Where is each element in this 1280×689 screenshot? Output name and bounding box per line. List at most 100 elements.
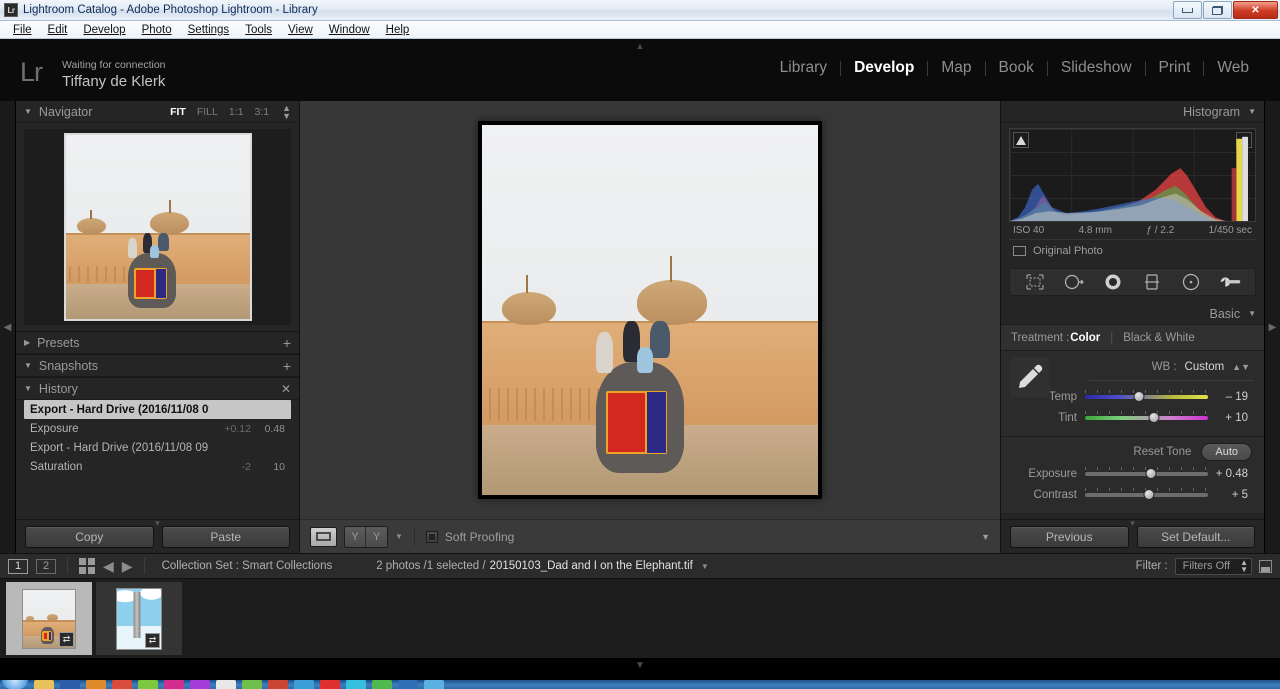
spot-removal-tool-icon[interactable] <box>1061 272 1087 292</box>
history-row[interactable]: Export - Hard Drive (2016/11/08 09:35:02… <box>24 400 291 419</box>
treatment-color-option[interactable]: Color <box>1070 332 1100 344</box>
temp-slider-knob[interactable] <box>1134 391 1145 402</box>
zoom-1-1[interactable]: 1:1 <box>229 106 244 118</box>
taskbar-app-icon[interactable] <box>34 680 54 689</box>
paste-button[interactable]: Paste <box>162 526 291 548</box>
previous-button[interactable]: Previous <box>1010 526 1129 548</box>
restore-button[interactable] <box>1203 1 1232 19</box>
contrast-slider-row[interactable]: Contrast + 5 <box>1011 484 1254 505</box>
module-map[interactable]: Map <box>928 59 984 77</box>
zoom-fill[interactable]: FILL <box>197 106 218 118</box>
main-photo-frame[interactable] <box>478 121 822 499</box>
menu-window[interactable]: Window <box>321 23 378 37</box>
taskbar-app-icon[interactable] <box>242 680 262 689</box>
basic-panel-header[interactable]: Basic ▼ <box>1001 303 1264 325</box>
reset-tone-button[interactable]: Reset Tone <box>1133 446 1191 458</box>
right-panel-resize-handle[interactable]: ▼ <box>1129 519 1137 528</box>
exposure-slider-knob[interactable] <box>1146 468 1157 479</box>
navigator-preview-area[interactable] <box>24 129 291 325</box>
histogram-header[interactable]: Histogram ▼ <box>1001 101 1264 123</box>
taskbar-app-icon[interactable] <box>424 680 444 689</box>
filter-stepper-icon[interactable]: ▲▼ <box>1240 559 1248 573</box>
screen-1-button[interactable]: 1 <box>8 559 28 574</box>
tint-slider-knob[interactable] <box>1148 412 1159 423</box>
menu-edit[interactable]: Edit <box>40 23 76 37</box>
forward-arrow-icon[interactable]: ▶ <box>122 559 133 573</box>
copy-button[interactable]: Copy <box>25 526 154 548</box>
start-button[interactable] <box>2 680 28 689</box>
menu-settings[interactable]: Settings <box>180 23 238 37</box>
contrast-slider-knob[interactable] <box>1143 489 1154 500</box>
white-balance-selector-icon[interactable] <box>1010 357 1050 397</box>
add-preset-button[interactable]: + <box>283 337 291 349</box>
history-row[interactable]: Export - Hard Drive (2016/11/08 09:32:10… <box>24 438 291 457</box>
taskbar-app-icon[interactable] <box>294 680 314 689</box>
add-snapshot-button[interactable]: + <box>283 360 291 372</box>
taskbar-app-icon[interactable] <box>346 680 366 689</box>
taskbar-app-icon[interactable] <box>164 680 184 689</box>
clear-history-button[interactable]: ✕ <box>281 382 291 396</box>
loupe-view-button[interactable] <box>310 527 337 547</box>
module-slideshow[interactable]: Slideshow <box>1048 59 1145 77</box>
navigator-header[interactable]: ▼ Navigator FIT FILL 1:1 3:1 ▲▼ <box>16 101 299 123</box>
module-web[interactable]: Web <box>1204 59 1262 77</box>
taskbar-app-icon[interactable] <box>320 680 340 689</box>
module-develop[interactable]: Develop <box>841 59 927 77</box>
filmstrip-thumbnail[interactable]: ⇄ <box>116 588 162 650</box>
taskbar-app-icon[interactable] <box>112 680 132 689</box>
filter-select[interactable]: Filters Off ▲▼ <box>1175 558 1252 575</box>
close-button[interactable]: ✕ <box>1233 1 1278 19</box>
history-row[interactable]: Exposure +0.12 0.48 <box>24 419 291 438</box>
module-book[interactable]: Book <box>986 59 1047 77</box>
tint-slider-track[interactable] <box>1085 412 1208 423</box>
taskbar-app-icon[interactable] <box>216 680 236 689</box>
snapshots-header[interactable]: ▼ Snapshots + <box>16 355 299 377</box>
history-header[interactable]: ▼ History ✕ <box>16 378 299 400</box>
contrast-slider-track[interactable] <box>1085 489 1208 500</box>
exposure-slider-track[interactable] <box>1085 468 1208 479</box>
taskbar-app-icon[interactable] <box>138 680 158 689</box>
temp-slider-track[interactable] <box>1085 391 1208 402</box>
grid-view-icon[interactable] <box>79 558 95 574</box>
menu-develop[interactable]: Develop <box>75 23 133 37</box>
radial-filter-tool-icon[interactable] <box>1178 272 1204 292</box>
original-photo-row[interactable]: Original Photo <box>1009 239 1256 261</box>
menu-file[interactable]: File <box>5 23 40 37</box>
edit-badge-icon[interactable]: ⇄ <box>145 633 160 648</box>
minimize-button[interactable] <box>1173 1 1202 19</box>
auto-tone-button[interactable]: Auto <box>1201 443 1252 461</box>
menu-help[interactable]: Help <box>378 23 418 37</box>
crop-overlay-tool-icon[interactable] <box>1022 272 1048 292</box>
left-panel-collapse-handle[interactable]: ◀ <box>0 101 16 553</box>
taskbar-app-icon[interactable] <box>398 680 418 689</box>
taskbar-app-icon[interactable] <box>190 680 210 689</box>
right-panel-collapse-handle[interactable]: ▶ <box>1264 101 1280 553</box>
filmstrip-collapse-icon[interactable]: ▼ <box>635 660 645 671</box>
soft-proofing-checkbox[interactable] <box>426 531 438 543</box>
view-mode-dropdown-icon[interactable]: ▼ <box>395 532 403 541</box>
red-eye-correction-tool-icon[interactable] <box>1100 272 1126 292</box>
taskbar-app-icon[interactable] <box>86 680 106 689</box>
navigator-preview-image[interactable] <box>64 133 252 321</box>
menu-tools[interactable]: Tools <box>237 23 280 37</box>
identity-plate[interactable]: Waiting for connection Tiffany de Klerk <box>62 59 166 91</box>
presets-header[interactable]: ▶ Presets + <box>16 332 299 354</box>
filename-dropdown-icon[interactable]: ▼ <box>701 562 709 571</box>
exposure-slider-row[interactable]: Exposure + 0.48 <box>1011 463 1254 484</box>
taskbar-app-icon[interactable] <box>268 680 288 689</box>
treatment-bw-option[interactable]: Black & White <box>1123 332 1195 344</box>
histogram-graph[interactable] <box>1009 128 1256 222</box>
taskbar-app-icon[interactable] <box>60 680 80 689</box>
after-view-button[interactable]: Y <box>366 527 387 547</box>
edit-badge-icon[interactable]: ⇄ <box>59 632 74 647</box>
module-library[interactable]: Library <box>767 59 840 77</box>
menu-photo[interactable]: Photo <box>134 23 180 37</box>
module-print[interactable]: Print <box>1146 59 1204 77</box>
history-row[interactable]: Saturation -2 10 <box>24 457 291 476</box>
set-default-button[interactable]: Set Default... <box>1137 526 1256 548</box>
top-panel-toggle-icon[interactable]: ▲ <box>636 42 645 51</box>
zoom-fit[interactable]: FIT <box>170 106 186 118</box>
filmstrip-thumbnail[interactable]: ⇄ <box>22 589 76 649</box>
back-arrow-icon[interactable]: ◀ <box>103 559 114 573</box>
toolbar-options-icon[interactable]: ▼ <box>981 532 990 542</box>
